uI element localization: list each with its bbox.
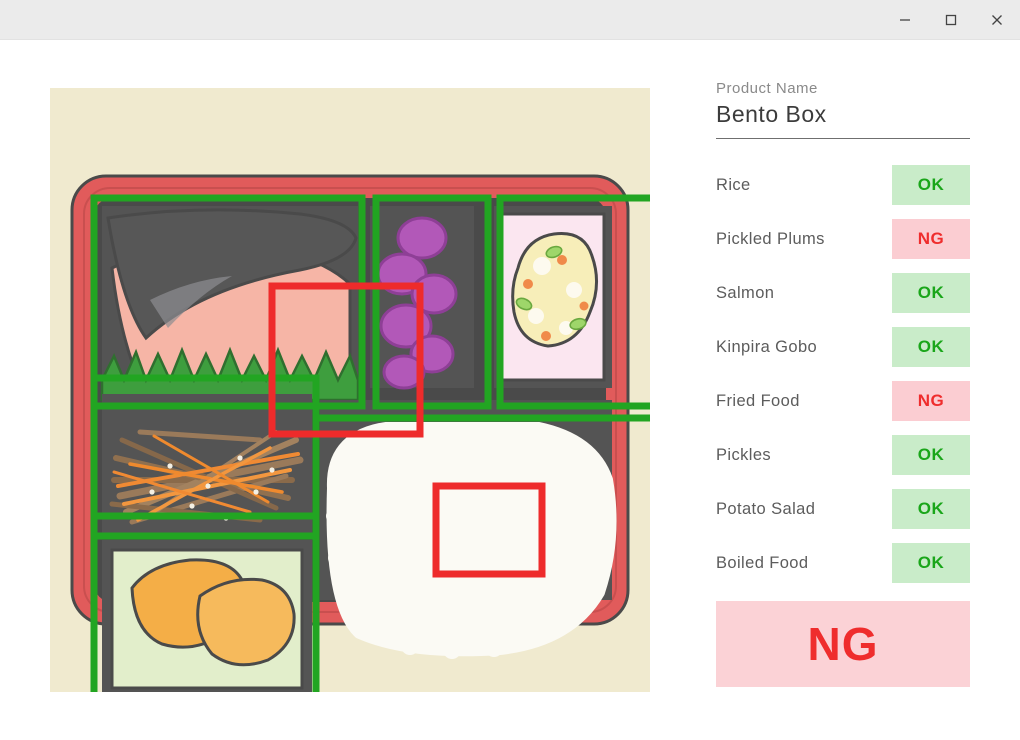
inspection-row-fried-food: Fried Food NG: [716, 381, 970, 421]
product-divider: [716, 138, 970, 139]
inspection-row-pickled-plums: Pickled Plums NG: [716, 219, 970, 259]
maximize-icon: [943, 12, 959, 28]
inspection-label: Pickled Plums: [716, 229, 825, 248]
inspection-label: Rice: [716, 175, 751, 194]
status-badge: NG: [892, 381, 970, 421]
food-salmon: [100, 206, 360, 402]
status-badge: OK: [892, 327, 970, 367]
inspection-row-pickles: Pickles OK: [716, 435, 970, 475]
minimize-button[interactable]: [882, 0, 928, 40]
fried-piece-2: [196, 577, 296, 667]
inspection-label: Potato Salad: [716, 499, 816, 518]
inspection-row-rice: Rice OK: [716, 165, 970, 205]
food-rice: [320, 400, 617, 659]
overall-verdict-banner: NG: [716, 601, 970, 687]
maximize-button[interactable]: [928, 0, 974, 40]
app-content: Product Name Bento Box Rice OK Pickled P…: [0, 40, 1020, 740]
close-icon: [989, 12, 1005, 28]
status-badge: OK: [892, 273, 970, 313]
status-badge: OK: [892, 435, 970, 475]
status-badge: NG: [892, 219, 970, 259]
bento-illustration: [70, 174, 650, 692]
status-badge: OK: [892, 489, 970, 529]
window-titlebar: [0, 0, 1020, 40]
status-badge: OK: [892, 165, 970, 205]
bento-image-panel: [50, 88, 650, 692]
close-button[interactable]: [974, 0, 1020, 40]
inspection-row-boiled-food: Boiled Food OK: [716, 543, 970, 583]
product-name-value: Bento Box: [716, 101, 827, 127]
inspection-label: Boiled Food: [716, 553, 809, 572]
minimize-icon: [897, 12, 913, 28]
inspection-row-kinpira-gobo: Kinpira Gobo OK: [716, 327, 970, 367]
inspection-row-salmon: Salmon OK: [716, 273, 970, 313]
inspection-label: Pickles: [716, 445, 772, 464]
inspection-label: Kinpira Gobo: [716, 337, 818, 356]
inspection-row-potato-salad: Potato Salad OK: [716, 489, 970, 529]
food-potato-salad: [494, 206, 612, 388]
inspection-item-list: Rice OK Pickled Plums NG Salmon OK Kinpi…: [716, 165, 970, 583]
status-badge: OK: [892, 543, 970, 583]
inspection-label: Fried Food: [716, 391, 800, 410]
product-name-label: Product Name: [716, 80, 818, 97]
inspection-panel: Product Name Bento Box Rice OK Pickled P…: [716, 80, 970, 687]
food-fried: [102, 540, 312, 692]
inspection-label: Salmon: [716, 283, 775, 302]
